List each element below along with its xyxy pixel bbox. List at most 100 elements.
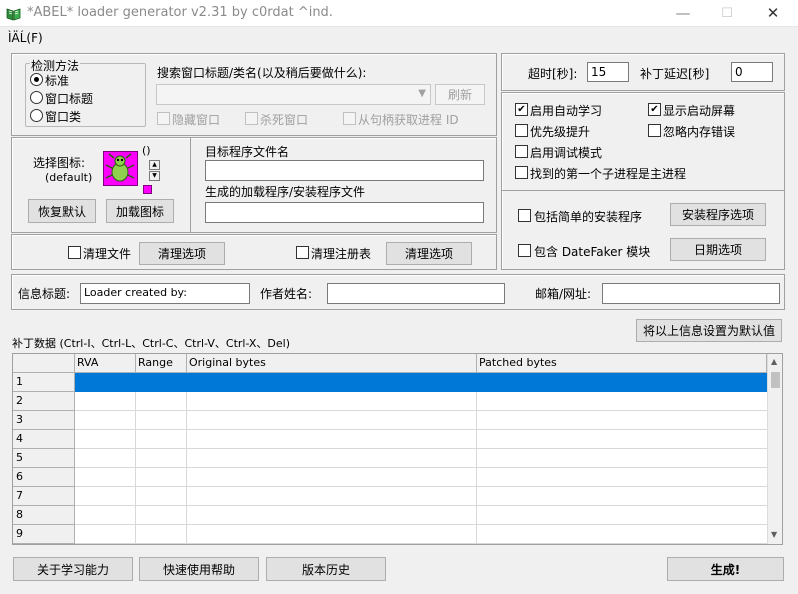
close-button[interactable]: ✕ xyxy=(750,0,796,27)
row-header[interactable]: 3 xyxy=(13,411,75,430)
info-title-input[interactable]: Loader created by: xyxy=(80,283,250,304)
column-header-range[interactable]: Range xyxy=(136,354,187,373)
maximize-button[interactable]: ☐ xyxy=(704,0,750,27)
search-combo[interactable]: ▼ xyxy=(156,84,431,105)
minimize-button[interactable]: — xyxy=(660,0,706,27)
grid-vline xyxy=(135,392,136,544)
row-header[interactable]: 5 xyxy=(13,449,75,468)
delay-label: 补丁延迟[秒] xyxy=(640,67,710,81)
from-handle-label: 从句柄获取进程 ID xyxy=(358,113,459,127)
target-file-label: 目标程序文件名 xyxy=(205,145,290,159)
scroll-down-icon[interactable]: ▼ xyxy=(771,530,777,539)
refresh-button[interactable]: 刷新 xyxy=(435,84,485,105)
version-history-button[interactable]: 版本历史 xyxy=(266,557,386,581)
row-header[interactable]: 1 xyxy=(13,373,75,392)
delay-input[interactable]: 0 xyxy=(731,62,773,82)
radio-window-class[interactable] xyxy=(30,109,43,122)
debug-checkbox[interactable] xyxy=(515,145,528,158)
icon-default-label: (default) xyxy=(45,171,93,184)
scroll-thumb[interactable] xyxy=(771,372,780,388)
email-input[interactable] xyxy=(602,283,780,304)
patch-grid[interactable]: RVA Range Original bytes Patched bytes 1… xyxy=(12,353,783,545)
grid-scrollbar[interactable]: ▲ ▼ xyxy=(767,354,782,544)
kill-window-label: 杀死窗口 xyxy=(260,113,309,127)
icon-divider xyxy=(190,138,191,232)
icon-color-swatch[interactable] xyxy=(143,185,152,194)
column-header-rva[interactable]: RVA xyxy=(75,354,136,373)
chevron-down-icon[interactable]: ▼ xyxy=(418,88,426,99)
title-bar: *ABEL* loader generator v2.31 by c0rdat … xyxy=(0,0,798,27)
set-default-button[interactable]: 将以上信息设置为默认值 xyxy=(636,319,782,342)
clean-file-options-button[interactable]: 清理选项 xyxy=(139,242,225,265)
menu-file[interactable]: ÌÄĹ(F) xyxy=(8,31,43,45)
clean-registry-label: 清理注册表 xyxy=(311,247,372,261)
search-label: 搜索窗口标题/类名(以及稍后要做什么): xyxy=(157,66,367,80)
row-header[interactable]: 6 xyxy=(13,468,75,487)
menu-bar: ÌÄĹ(F) xyxy=(0,28,798,48)
output-file-label: 生成的加载程序/安装程序文件 xyxy=(205,185,366,199)
scroll-up-icon[interactable]: ▲ xyxy=(771,357,777,366)
first-child-checkbox[interactable] xyxy=(515,166,528,179)
kill-window-checkbox[interactable] xyxy=(245,112,258,125)
load-icon-button[interactable]: 加载图标 xyxy=(106,199,174,223)
row-header[interactable]: 7 xyxy=(13,487,75,506)
timeout-input[interactable]: 15 xyxy=(587,62,629,82)
row-header[interactable]: 8 xyxy=(13,506,75,525)
learn-ability-button[interactable]: 关于学习能力 xyxy=(13,557,133,581)
grid-lines xyxy=(75,392,767,544)
first-child-label: 找到的第一个子进程是主进程 xyxy=(530,167,687,181)
radio-window-title[interactable] xyxy=(30,91,43,104)
splash-checkbox[interactable]: ✔ xyxy=(648,103,661,116)
icon-paren: () xyxy=(142,144,151,157)
quick-help-button[interactable]: 快速使用帮助 xyxy=(139,557,259,581)
row-header[interactable]: 2 xyxy=(13,392,75,411)
priority-checkbox[interactable] xyxy=(515,124,528,137)
window-title: *ABEL* loader generator v2.31 by c0rdat … xyxy=(27,5,333,20)
hide-window-checkbox[interactable] xyxy=(157,112,170,125)
timeout-label: 超时[秒]: xyxy=(528,67,578,81)
patch-data-label: 补丁数据 (Ctrl-I、Ctrl-L、Ctrl-C、Ctrl-V、Ctrl-X… xyxy=(12,337,291,350)
datefaker-checkbox[interactable] xyxy=(518,244,531,257)
installer-checkbox[interactable] xyxy=(518,209,531,222)
icon-spin-up[interactable]: ▲ xyxy=(149,160,160,170)
date-options-button[interactable]: 日期选项 xyxy=(670,238,766,261)
email-label: 邮箱/网址: xyxy=(535,287,592,301)
row-header[interactable]: 4 xyxy=(13,430,75,449)
radio-standard-label: 标准 xyxy=(45,74,70,88)
debug-label: 启用调试模式 xyxy=(530,146,603,160)
radio-window-class-label: 窗口类 xyxy=(45,110,82,124)
generate-button[interactable]: 生成! xyxy=(667,557,784,581)
check-icon: ✔ xyxy=(650,103,659,115)
clean-registry-options-button[interactable]: 清理选项 xyxy=(386,242,472,265)
output-file-input[interactable] xyxy=(205,202,484,223)
radio-standard[interactable] xyxy=(30,73,43,86)
priority-label: 优先级提升 xyxy=(530,125,591,139)
auto-learn-checkbox[interactable]: ✔ xyxy=(515,103,528,116)
ignore-mem-checkbox[interactable] xyxy=(648,124,661,137)
icon-spin-down[interactable]: ▼ xyxy=(149,171,160,181)
splash-label: 显示启动屏幕 xyxy=(663,104,736,118)
column-header-original[interactable]: Original bytes xyxy=(187,354,477,373)
from-handle-checkbox[interactable] xyxy=(343,112,356,125)
grid-corner xyxy=(13,354,75,373)
restore-default-button[interactable]: 恢复默认 xyxy=(28,199,96,223)
clean-file-label: 清理文件 xyxy=(83,247,132,261)
grid-vline xyxy=(186,392,187,544)
ignore-mem-label: 忽略内存错误 xyxy=(663,125,736,139)
app-icon xyxy=(6,6,21,21)
bug-icon[interactable] xyxy=(103,151,138,186)
row-header[interactable]: 9 xyxy=(13,525,75,544)
info-title-label: 信息标题: xyxy=(18,287,71,301)
clean-registry-checkbox[interactable] xyxy=(296,246,309,259)
datefaker-label: 包含 DateFaker 模块 xyxy=(534,245,651,259)
grid-vline xyxy=(476,392,477,544)
column-header-patched[interactable]: Patched bytes xyxy=(477,354,767,373)
installer-options-button[interactable]: 安装程序选项 xyxy=(670,203,766,226)
select-icon-label: 选择图标: xyxy=(33,156,86,170)
target-file-input[interactable] xyxy=(205,160,484,181)
author-input[interactable] xyxy=(327,283,505,304)
table-row-selected[interactable] xyxy=(75,373,767,392)
check-icon: ✔ xyxy=(517,103,526,115)
hide-window-label: 隐藏窗口 xyxy=(172,113,221,127)
clean-file-checkbox[interactable] xyxy=(68,246,81,259)
